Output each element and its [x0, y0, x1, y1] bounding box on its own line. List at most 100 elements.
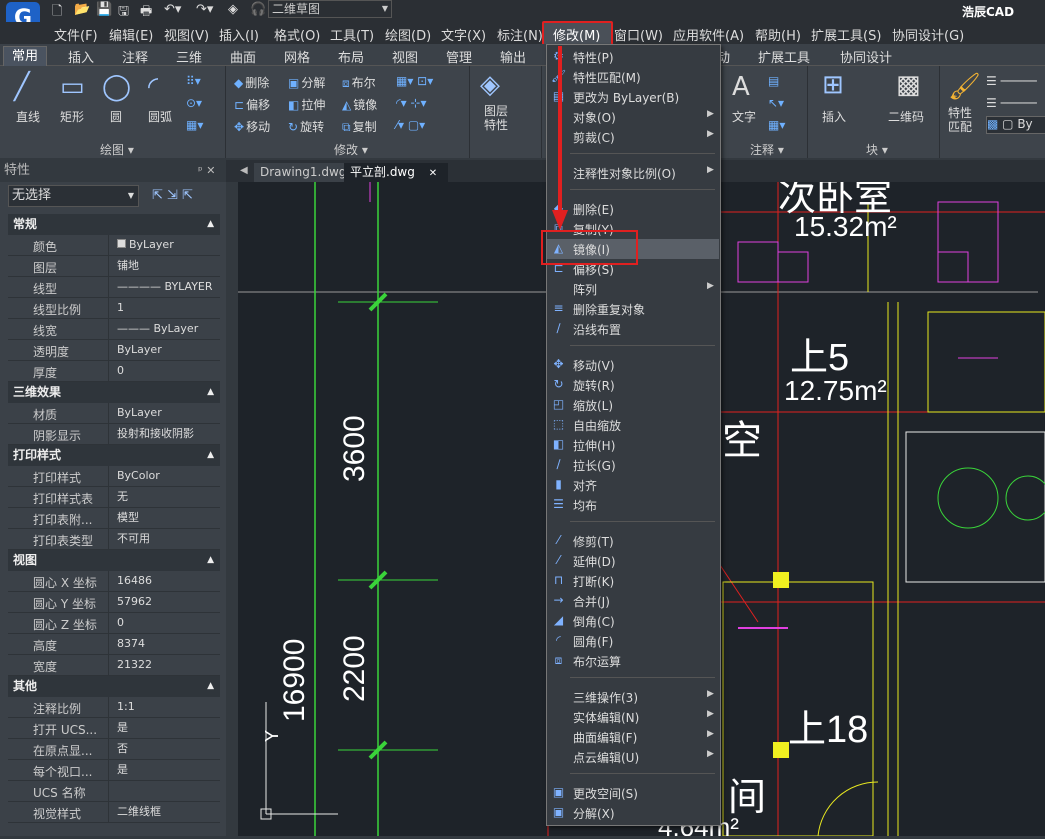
copy-tool[interactable]: ⧉ 复制	[342, 118, 377, 135]
match-properties-tool[interactable]: 特性 匹配	[948, 106, 972, 134]
property-value[interactable]: 投射和接收阴影	[108, 424, 220, 444]
property-row[interactable]: 线型 ———— BYLAYER	[8, 277, 220, 298]
menu-format[interactable]: 格式(O)	[274, 25, 320, 44]
menu-window[interactable]: 窗口(W)	[614, 25, 663, 44]
rectangle-icon[interactable]: ▭	[60, 72, 85, 102]
menu-item[interactable]: ☰ 均布	[547, 495, 720, 515]
property-row[interactable]: 打印表类型 不可用	[8, 529, 220, 550]
property-row[interactable]: 厚度 0	[8, 361, 220, 382]
leader-icon[interactable]: ↖▾	[768, 96, 784, 110]
ribbon-tab-annotate[interactable]: 注释	[122, 47, 148, 66]
rectangle-tool[interactable]: 矩形	[60, 108, 84, 125]
section-header[interactable]: 其他 ▲	[8, 676, 220, 697]
property-row[interactable]: 打印表附... 模型	[8, 508, 220, 529]
new-file-icon[interactable]: 🗋	[52, 2, 62, 24]
quick-select-icon[interactable]: ⇱ ⇲ ⇱	[152, 188, 193, 203]
property-row[interactable]: 打印样式 ByColor	[8, 466, 220, 487]
menu-item[interactable]: 阵列 ▶	[547, 279, 720, 299]
property-value[interactable]: 16486	[108, 571, 220, 591]
menu-item[interactable]: 三维操作(3) ▶	[547, 687, 720, 707]
property-value[interactable]: ByLayer	[108, 403, 220, 423]
menu-item[interactable]: ▣ 分解(X)	[547, 803, 720, 823]
menu-item[interactable]: 实体编辑(N) ▶	[547, 707, 720, 727]
menu-edit[interactable]: 编辑(E)	[109, 25, 153, 44]
menu-item[interactable]: 剪裁(C) ▶	[547, 127, 720, 147]
property-row[interactable]: 透明度 ByLayer	[8, 340, 220, 361]
menu-item[interactable]: ⚙特性(P)	[547, 47, 720, 67]
property-row[interactable]: 线宽 ——— ByLayer	[8, 319, 220, 340]
redo-icon[interactable]: ↷▾	[196, 2, 213, 17]
menu-modify[interactable]: 修改(M)	[553, 25, 600, 44]
menu-item[interactable]: ✥ 移动(V)	[547, 355, 720, 375]
property-value[interactable]: 1	[108, 298, 220, 318]
menu-item[interactable]: ∕ 沿线布置	[547, 319, 720, 339]
property-value[interactable]: 是	[108, 718, 220, 738]
arc-icon[interactable]: ◜	[148, 72, 158, 102]
ribbon-tab-view[interactable]: 视图	[392, 47, 418, 66]
tab-scroll-left-icon[interactable]: ◀	[240, 165, 248, 176]
save-as-icon[interactable]: 🖫	[118, 2, 129, 24]
bylayer-select[interactable]: ▩ ▢ By	[986, 116, 1045, 134]
property-value[interactable]: 铺地	[108, 256, 220, 276]
text-tool[interactable]: 文字	[732, 108, 756, 125]
menu-item[interactable]: ↻ 旋转(R)	[547, 375, 720, 395]
ribbon-tab-home[interactable]: 常用	[3, 46, 47, 67]
property-row[interactable]: 圆心 Y 坐标 57962	[8, 592, 220, 613]
section-header[interactable]: 打印样式 ▲	[8, 445, 220, 466]
collapse-icon[interactable]: ▲	[207, 382, 214, 402]
menu-item[interactable]: → 合并(J)	[547, 591, 720, 611]
ribbon-tab-surface[interactable]: 曲面	[230, 47, 256, 66]
menu-item[interactable]: ⁄ 延伸(D)	[547, 551, 720, 571]
qrcode-tool[interactable]: 二维码	[888, 108, 924, 125]
menu-item[interactable]: ◢ 倒角(C)	[547, 611, 720, 631]
menu-item[interactable]: ⁄ 修剪(T)	[547, 531, 720, 551]
ribbon-tab-3d[interactable]: 三维	[176, 47, 202, 66]
collapse-icon[interactable]: ▲	[207, 445, 214, 465]
menu-item[interactable]: 注释性对象比例(O) ▶	[547, 163, 720, 183]
polyline-icon[interactable]: ⠿▾	[186, 74, 201, 88]
property-row[interactable]: 每个视口... 是	[8, 760, 220, 781]
menu-item[interactable]: 曲面编辑(F) ▶	[547, 727, 720, 747]
arc-tool[interactable]: 圆弧	[148, 108, 172, 125]
undo-icon[interactable]: ↶▾	[164, 2, 181, 17]
property-value[interactable]: 无	[108, 487, 220, 507]
annotation-group-label[interactable]: 注释 ▾	[750, 141, 784, 158]
ribbon-tab-output[interactable]: 输出	[500, 47, 526, 66]
offset-tool[interactable]: ⊏ 偏移	[234, 96, 270, 113]
property-row[interactable]: UCS 名称	[8, 781, 220, 802]
menu-help[interactable]: 帮助(H)	[755, 25, 801, 44]
menu-item[interactable]: ⧈ 布尔运算	[547, 651, 720, 671]
property-value[interactable]: ByLayer	[108, 340, 220, 360]
line-tool[interactable]: 直线	[16, 108, 40, 125]
menu-item[interactable]: 点云编辑(U) ▶	[547, 747, 720, 767]
menu-item[interactable]: ◧ 拉伸(H)	[547, 435, 720, 455]
property-row[interactable]: 打印样式表无	[8, 487, 220, 508]
workspace-select[interactable]: 二维草图 ▼	[268, 0, 392, 18]
property-value[interactable]: ByLayer	[108, 235, 220, 255]
menu-dimension[interactable]: 标注(N)	[497, 25, 543, 44]
menu-item[interactable]: 对象(O) ▶	[547, 107, 720, 127]
print-icon[interactable]: 🖶	[140, 2, 152, 24]
property-row[interactable]: 打开 UCS... 是	[8, 718, 220, 739]
property-row[interactable]: 线型比例 1	[8, 298, 220, 319]
point-icon[interactable]: ⊙▾	[186, 96, 202, 110]
menu-item[interactable]: ⬚ 自由缩放	[547, 415, 720, 435]
property-value[interactable]: ——— ByLayer	[108, 319, 220, 339]
qrcode-icon[interactable]: ▩	[896, 70, 921, 100]
table-icon[interactable]: ▦▾	[768, 118, 785, 132]
array-icon[interactable]: ▦▾ ⊡▾	[396, 74, 433, 88]
menu-collab[interactable]: 协同设计(G)	[892, 25, 964, 44]
property-value[interactable]: 是	[108, 760, 220, 780]
tab-drawing1[interactable]: Drawing1.dwg	[254, 163, 353, 182]
property-value[interactable]: 57962	[108, 592, 220, 612]
move-tool[interactable]: ✥ 移动	[234, 118, 270, 135]
trim-icon[interactable]: ⁄▾ ▢▾	[396, 118, 425, 132]
block-group-label[interactable]: 块 ▾	[866, 141, 888, 158]
collapse-icon[interactable]: ▲	[207, 676, 214, 696]
save-icon[interactable]: 💾	[96, 2, 112, 17]
menu-tools[interactable]: 工具(T)	[330, 25, 374, 44]
section-header[interactable]: 三维效果 ▲	[8, 382, 220, 403]
menu-file[interactable]: 文件(F)	[54, 25, 98, 44]
circle-icon[interactable]: ◯	[102, 72, 131, 102]
ribbon-tab-extensions[interactable]: 扩展工具	[758, 47, 810, 66]
